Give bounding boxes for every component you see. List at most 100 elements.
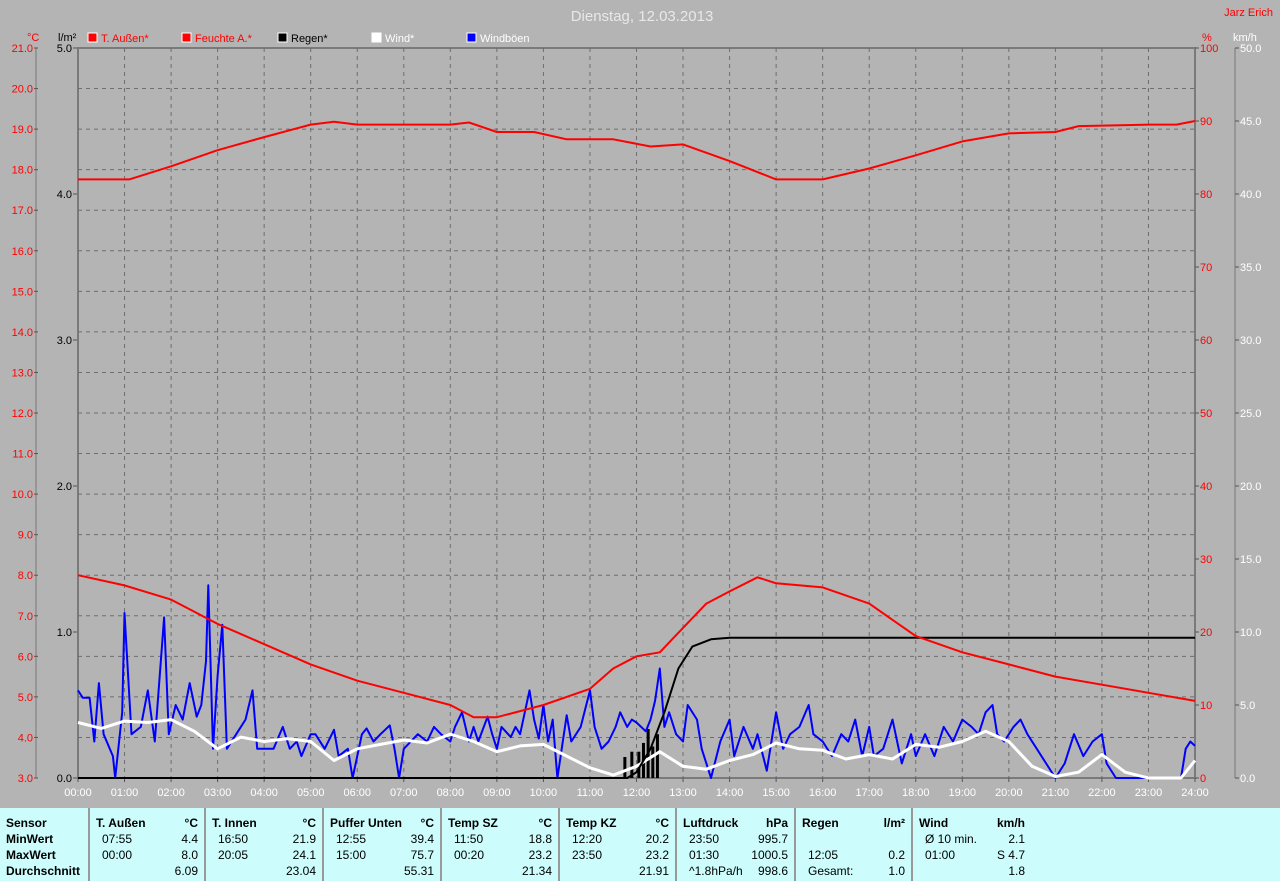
stats-column-3: Temp SZ °C 11:50 18.8 00:20 23.2 21.34	[442, 808, 560, 881]
stats-cell-value: °C	[655, 816, 669, 830]
stats-cell-value: 2.1	[1008, 832, 1025, 846]
wind-tick-label: 15.0	[1240, 554, 1261, 566]
stats-cell-label: 11:50	[454, 832, 484, 846]
stats-row: 00:20 23.2	[448, 847, 552, 863]
x-tick-label: 10:00	[530, 787, 558, 799]
x-tick-label: 23:00	[1135, 787, 1163, 799]
hum-tick-label: 30	[1200, 554, 1212, 566]
stats-row: Wind km/h	[919, 815, 1025, 831]
stats-row: 12:55 39.4	[330, 831, 434, 847]
temp-tick-label: 4.0	[18, 732, 33, 744]
stats-cell-label: 15:00	[336, 848, 367, 862]
stats-column-5: Luftdruck hPa 23:50 995.7 01:30 1000.5 ^1.8hPa…	[677, 808, 796, 881]
stats-column-4: Temp KZ °C 12:20 20.2 23:50 23.2 21.91	[560, 808, 677, 881]
temp-tick-label: 8.0	[18, 570, 33, 582]
temp-tick-label: 19.0	[12, 124, 33, 136]
x-tick-label: 21:00	[1042, 787, 1070, 799]
stats-cell-value: km/h	[996, 816, 1025, 830]
stats-column-1: T. Innen °C 16:50 21.9 20:05 24.1 23.04	[206, 808, 324, 881]
hum-tick-label: 10	[1200, 700, 1212, 712]
row-label: Sensor	[6, 816, 47, 830]
hum-tick-label: 100	[1200, 43, 1218, 55]
row-label: MinWert	[6, 832, 54, 846]
x-tick-label: 00:00	[64, 787, 92, 799]
stats-cell-label: ^1.8hPa/h	[689, 864, 743, 878]
stats-cell-value: °C	[420, 816, 434, 830]
stats-cell-label: 12:20	[572, 832, 603, 846]
stats-row: Regen l/m²	[802, 815, 905, 831]
stats-row: 6.09	[96, 863, 198, 879]
hum-tick-label: 90	[1200, 116, 1212, 128]
stats-cell-value: 55.31	[403, 864, 434, 878]
temp-tick-label: 15.0	[12, 286, 33, 298]
stats-cell-value: 21.34	[521, 864, 552, 878]
temp-tick-label: 9.0	[18, 530, 33, 542]
stats-cell-value: 18.8	[528, 832, 552, 846]
stats-cell-value: 1.0	[888, 864, 905, 878]
stats-cell-value: 75.7	[410, 848, 434, 862]
temp-tick-label: 3.0	[18, 773, 33, 785]
stats-cell-value: 24.1	[292, 848, 316, 862]
stats-cell-label: 12:05	[808, 848, 839, 862]
stats-cell-label: Temp SZ	[448, 816, 498, 830]
stats-cell-label: 07:55	[102, 832, 133, 846]
x-tick-label: 07:00	[390, 787, 418, 799]
stats-table: Sensor MinWert MaxWert Durchschnitt T. Außen…	[0, 808, 1280, 881]
stats-cell-value: °C	[184, 816, 198, 830]
stats-column-2: Puffer Unten °C 12:55 39.4 15:00 75.7 55.31	[324, 808, 442, 881]
wind-tick-label: 45.0	[1240, 116, 1261, 128]
weather-chart: Dienstag, 12.03.2013 Jarz Erich °C3.04.0…	[12, 7, 1273, 799]
hum-tick-label: 50	[1200, 408, 1212, 420]
x-tick-label: 13:00	[669, 787, 697, 799]
x-tick-label: 22:00	[1088, 787, 1116, 799]
stats-row: Gesamt: 1.0	[802, 863, 905, 879]
stats-cell-label: 20:05	[218, 848, 249, 862]
temp-tick-label: 20.0	[12, 84, 33, 96]
wind-tick-label: 0.0	[1240, 773, 1255, 785]
temp-tick-label: 11.0	[12, 449, 33, 461]
stats-row: 21.91	[566, 863, 669, 879]
author-label: Jarz Erich	[1224, 7, 1273, 19]
stats-cell-value: 4.4	[181, 832, 198, 846]
stats-column-0: T. Außen °C 07:55 4.4 00:00 8.0 6.09	[90, 808, 206, 881]
stats-cell-value: 23.04	[285, 864, 316, 878]
temp-tick-label: 10.0	[12, 489, 33, 501]
row-header-column: Sensor MinWert MaxWert Durchschnitt	[0, 808, 90, 881]
stats-row: ^1.8hPa/h 998.6	[683, 863, 788, 879]
x-tick-label: 06:00	[343, 787, 371, 799]
stats-cell-label: Temp KZ	[566, 816, 617, 830]
rain-tick-label: 1.0	[57, 627, 72, 639]
legend-swatch	[371, 32, 382, 43]
legend-swatch	[466, 32, 477, 43]
stats-cell-value: °C	[302, 816, 316, 830]
legend-entry: Wind*	[385, 33, 415, 45]
stats-row: T. Außen °C	[96, 815, 198, 831]
hum-tick-label: 20	[1200, 627, 1212, 639]
stats-cell-value: 1000.5	[751, 848, 788, 862]
stats-row: 07:55 4.4	[96, 831, 198, 847]
hum-tick-label: 70	[1200, 262, 1212, 274]
wind-tick-label: 30.0	[1240, 335, 1261, 347]
stats-row: 11:50 18.8	[448, 831, 552, 847]
stats-cell-value: 0.2	[888, 848, 905, 862]
stats-cell-value: 1.8	[1008, 864, 1025, 878]
stats-cell-label: Wind	[919, 816, 949, 830]
stats-cell-label: 23:50	[572, 848, 603, 862]
x-tick-label: 05:00	[297, 787, 325, 799]
stats-cell-value: l/m²	[883, 816, 905, 830]
x-tick-label: 15:00	[762, 787, 790, 799]
wind-tick-label: 25.0	[1240, 408, 1261, 420]
x-tick-label: 16:00	[809, 787, 837, 799]
stats-cell-value: 8.0	[181, 848, 198, 862]
stats-cell-value: 39.4	[410, 832, 434, 846]
rain-tick-label: 4.0	[57, 189, 72, 201]
legend-entry: Regen*	[291, 33, 328, 45]
hum-tick-label: 60	[1200, 335, 1212, 347]
x-tick-label: 12:00	[623, 787, 651, 799]
temp-tick-label: 6.0	[18, 651, 33, 663]
stats-cell-label: T. Innen	[212, 816, 257, 830]
stats-cell-label: 12:55	[336, 832, 367, 846]
stats-row: Temp SZ °C	[448, 815, 552, 831]
rain-tick-label: 0.0	[57, 773, 72, 785]
stats-row: 00:00 8.0	[96, 847, 198, 863]
